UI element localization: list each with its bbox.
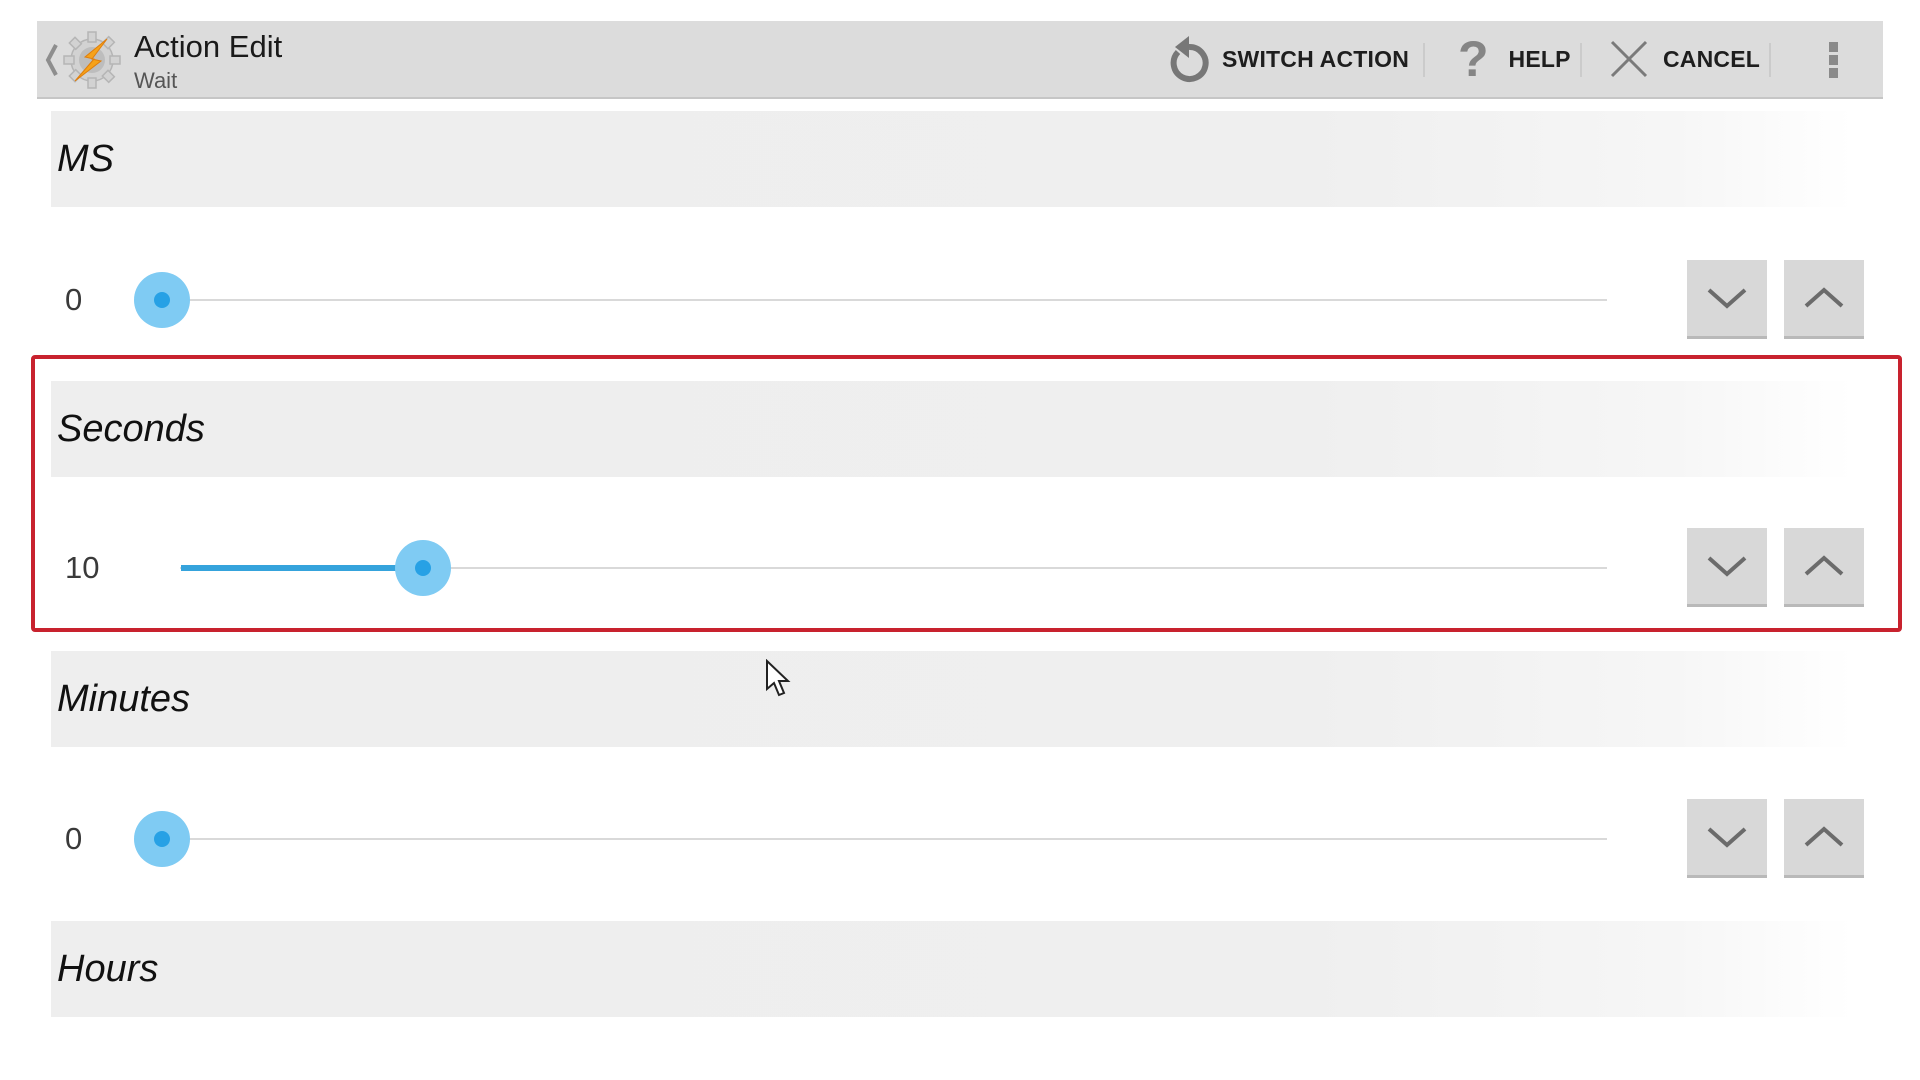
field-label: Minutes [57, 678, 191, 720]
value-readout: 0 [65, 282, 83, 317]
chevron-down-icon [1707, 288, 1747, 309]
divider [1580, 43, 1582, 77]
help-button[interactable]: ? HELP [1458, 21, 1571, 97]
field-label: MS [57, 138, 114, 180]
mouse-pointer-icon [766, 659, 791, 697]
help-label: HELP [1508, 45, 1571, 72]
slider-track[interactable] [180, 299, 1607, 301]
field-label: Hours [57, 948, 159, 990]
slider-thumb[interactable] [134, 272, 190, 328]
chevron-down-icon [1707, 827, 1747, 848]
section-header-ms: MS [51, 111, 1853, 207]
value-readout: 0 [65, 821, 83, 856]
cancel-button[interactable]: CANCEL [1609, 21, 1760, 97]
chevron-up-icon [1804, 287, 1844, 308]
tasker-gear-bolt-icon[interactable] [61, 29, 123, 91]
divider [1769, 43, 1771, 77]
increment-button[interactable] [1784, 799, 1864, 878]
chevron-left-icon[interactable] [45, 41, 59, 79]
slider-track[interactable] [180, 838, 1607, 840]
action-name: Wait [134, 68, 178, 93]
switch-action-label: SWITCH ACTION [1222, 45, 1410, 72]
slider-thumb[interactable] [134, 811, 190, 867]
ms-slider-row: 0 [0, 260, 1920, 340]
highlight-box [31, 355, 1902, 632]
increment-button[interactable] [1784, 260, 1864, 339]
close-x-icon [1610, 40, 1648, 78]
action-bar: Action Edit Wait SWITCH ACTION ? HELP CA… [37, 21, 1883, 99]
screen-title: Action Edit [134, 29, 283, 64]
cancel-label: CANCEL [1663, 45, 1761, 72]
rotate-ccw-icon [1170, 36, 1209, 82]
question-mark-icon: ? [1458, 31, 1489, 87]
chevron-up-icon [1804, 826, 1844, 847]
decrement-button[interactable] [1687, 799, 1767, 878]
decrement-button[interactable] [1687, 260, 1767, 339]
more-vertical-icon[interactable] [1821, 35, 1845, 85]
divider [1423, 43, 1425, 77]
section-header-hours: Hours [51, 921, 1853, 1017]
section-header-minutes: Minutes [51, 651, 1853, 747]
switch-action-button[interactable]: SWITCH ACTION [1166, 21, 1409, 97]
minutes-slider-row: 0 [0, 799, 1920, 879]
